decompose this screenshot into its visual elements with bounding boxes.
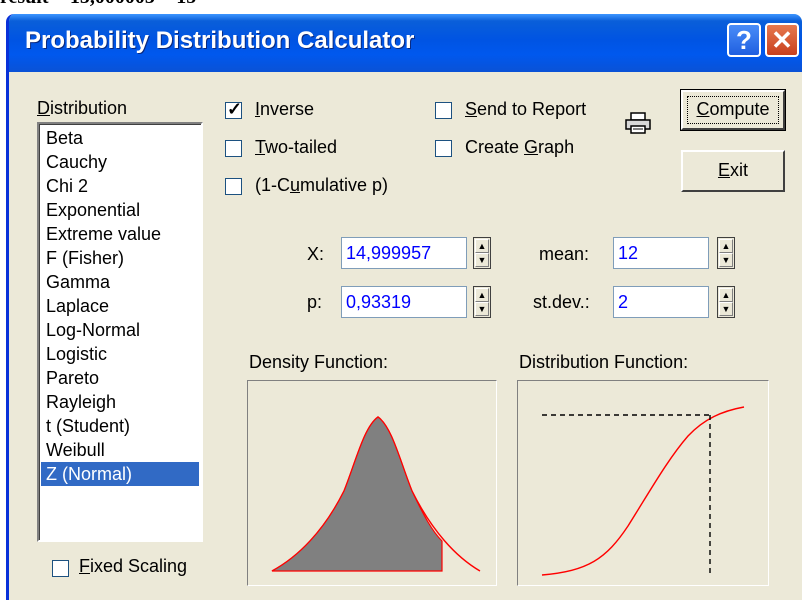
x-label: X: — [307, 244, 325, 264]
list-item-cauchy[interactable]: Cauchy — [41, 150, 199, 174]
fixed-scaling-label[interactable]: Fixed Scaling — [79, 556, 187, 577]
list-item-rayleigh[interactable]: Rayleigh — [41, 390, 199, 414]
stdev-label: st.dev.: — [533, 292, 590, 312]
distribution-list[interactable]: Beta Cauchy Chi 2 Exponential Extreme va… — [37, 122, 203, 542]
list-item-exponential[interactable]: Exponential — [41, 198, 199, 222]
spin-down-icon[interactable]: ▼ — [719, 302, 733, 316]
density-curve-graphic — [271, 416, 481, 572]
distribution-plot — [517, 380, 769, 586]
x-spinner[interactable]: ▲ ▼ — [473, 237, 491, 269]
x-input[interactable]: 14,999957 — [341, 237, 467, 269]
density-function-label: Density Function: — [249, 352, 389, 372]
list-item-pareto[interactable]: Pareto — [41, 366, 199, 390]
spin-up-icon[interactable]: ▲ — [475, 239, 489, 253]
calculator-window: Probability Distribution Calculator ? ✕ … — [6, 14, 802, 600]
cdf-graphic — [541, 406, 745, 577]
spin-up-icon[interactable]: ▲ — [475, 288, 489, 302]
list-item-weibull[interactable]: Weibull — [41, 438, 199, 462]
create-graph-checkbox[interactable] — [435, 140, 452, 157]
inverse-label[interactable]: Inverse — [255, 99, 314, 120]
p-input[interactable]: 0,93319 — [341, 286, 467, 318]
create-graph-label[interactable]: Create Graph — [465, 137, 574, 158]
list-item-beta[interactable]: Beta — [41, 126, 199, 150]
list-item-t-student[interactable]: t (Student) — [41, 414, 199, 438]
distribution-label: Distribution — [37, 98, 128, 118]
p-label: p: — [307, 292, 323, 312]
list-item-f-fisher[interactable]: F (Fisher) — [41, 246, 199, 270]
inverse-checkbox[interactable]: ✓ — [225, 99, 243, 119]
one-minus-cumulative-label[interactable]: (1-Cumulative p) — [255, 175, 388, 196]
shaded-area — [271, 416, 443, 572]
stdev-input[interactable]: 2 — [613, 286, 709, 318]
help-button[interactable]: ? — [727, 23, 761, 57]
fixed-scaling-checkbox[interactable] — [52, 560, 69, 577]
exit-button[interactable]: Exit — [681, 150, 785, 192]
spin-up-icon[interactable]: ▲ — [719, 288, 733, 302]
mean-input[interactable]: 12 — [613, 237, 709, 269]
list-item-logistic[interactable]: Logistic — [41, 342, 199, 366]
mean-spinner[interactable]: ▲ ▼ — [717, 237, 735, 269]
checkmark-icon: ✓ — [227, 99, 243, 119]
window-title: Probability Distribution Calculator — [25, 27, 415, 54]
spin-down-icon[interactable]: ▼ — [475, 302, 489, 316]
title-bar[interactable]: Probability Distribution Calculator ? ✕ — [9, 14, 802, 72]
list-item-laplace[interactable]: Laplace — [41, 294, 199, 318]
distribution-function-label: Distribution Function: — [519, 352, 689, 372]
cdf-curve — [541, 406, 745, 576]
printer-icon[interactable] — [624, 111, 652, 135]
list-item-log-normal[interactable]: Log-Normal — [41, 318, 199, 342]
compute-button[interactable]: Compute — [680, 89, 786, 131]
close-icon: ✕ — [771, 25, 793, 55]
one-minus-cumulative-checkbox[interactable] — [225, 178, 242, 195]
focus-rectangle — [687, 96, 779, 124]
help-icon: ? — [736, 25, 752, 55]
density-plot — [247, 380, 497, 586]
list-item-z-normal[interactable]: Z (Normal) — [41, 462, 199, 486]
close-button[interactable]: ✕ — [765, 23, 799, 57]
send-to-report-checkbox[interactable] — [435, 102, 452, 119]
two-tailed-checkbox[interactable] — [225, 140, 242, 157]
stdev-spinner[interactable]: ▲ ▼ — [717, 286, 735, 318]
spin-up-icon[interactable]: ▲ — [719, 239, 733, 253]
list-item-chi2[interactable]: Chi 2 — [41, 174, 199, 198]
p-spinner[interactable]: ▲ ▼ — [473, 286, 491, 318]
spin-down-icon[interactable]: ▼ — [719, 253, 733, 267]
list-item-gamma[interactable]: Gamma — [41, 270, 199, 294]
two-tailed-label[interactable]: Two-tailed — [255, 137, 337, 158]
result-text-fragment: result = 15,000003 = 15 — [0, 0, 196, 8]
send-to-report-label[interactable]: Send to Report — [465, 99, 586, 120]
spin-down-icon[interactable]: ▼ — [475, 253, 489, 267]
mean-label: mean: — [539, 244, 590, 264]
list-item-extreme-value[interactable]: Extreme value — [41, 222, 199, 246]
